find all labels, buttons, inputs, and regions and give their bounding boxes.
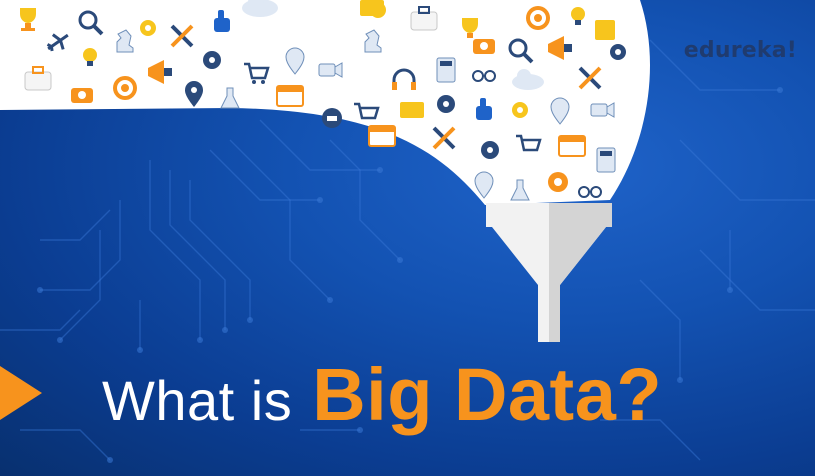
accent-triangle xyxy=(0,366,42,420)
headline-highlight: Big Data? xyxy=(312,353,663,436)
headline-lead: What is xyxy=(102,369,293,432)
headline: What is Big Data? xyxy=(102,352,662,437)
banner: edureka! What is Big Data? xyxy=(0,0,815,476)
edureka-logo: edureka! xyxy=(683,38,797,63)
